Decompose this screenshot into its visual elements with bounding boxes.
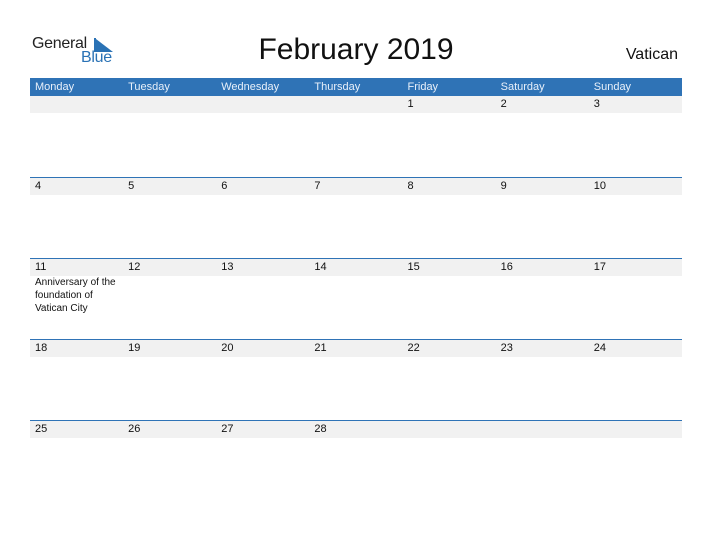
week-row: 11 Anniversary of the foundation of Vatic…: [30, 258, 682, 339]
day-cell: 3: [589, 96, 682, 113]
day-cell: [123, 96, 216, 113]
day-cell: 14: [309, 259, 402, 315]
day-number: 7: [314, 180, 321, 192]
day-number: 26: [128, 423, 141, 435]
calendar-grid: Monday Tuesday Wednesday Thursday Friday…: [30, 78, 682, 501]
day-number: [501, 421, 589, 438]
week-row: 18 19 20 21 22 23 24: [30, 339, 682, 420]
day-cell: 23: [496, 340, 589, 357]
day-cell: 2: [496, 96, 589, 113]
week-cells: 4 5 6 7 8 9 10: [30, 178, 682, 195]
day-number: [314, 96, 402, 113]
day-cell: 5: [123, 178, 216, 195]
day-number: 27: [221, 423, 234, 435]
day-cell: [309, 96, 402, 113]
day-cell: 19: [123, 340, 216, 357]
calendar-title: February 2019: [258, 33, 454, 66]
day-cell: 8: [403, 178, 496, 195]
weeks-container: 1 2 3 4 5 6 7 8 9 10 11 Anniversary of the foundati…: [30, 96, 682, 501]
day-number: 21: [314, 342, 327, 354]
day-number: 19: [128, 342, 141, 354]
day-number: [594, 421, 682, 438]
day-number: 12: [128, 261, 141, 273]
week-row: 4 5 6 7 8 9 10: [30, 177, 682, 258]
day-number: [35, 96, 123, 113]
day-number: 6: [221, 180, 228, 192]
day-cell: 10: [589, 178, 682, 195]
day-cell: 21: [309, 340, 402, 357]
day-number: 1: [407, 98, 414, 110]
day-number: 11: [35, 261, 47, 273]
day-cell: 26: [123, 421, 216, 438]
day-number: 25: [35, 423, 48, 435]
day-number: 8: [407, 180, 414, 192]
day-cell: 22: [403, 340, 496, 357]
week-cells: 1 2 3: [30, 96, 682, 113]
day-cell: 18: [30, 340, 123, 357]
week-cells: 18 19 20 21 22 23 24: [30, 340, 682, 357]
day-cell: 17: [589, 259, 682, 315]
day-cell: 24: [589, 340, 682, 357]
day-number: 16: [500, 261, 513, 273]
day-cell: [496, 421, 589, 438]
day-number: [128, 96, 216, 113]
holiday-event: Anniversary of the foundation of Vatican…: [35, 277, 116, 314]
week-row: 1 2 3: [30, 96, 682, 177]
week-cells: 25 26 27 28: [30, 421, 682, 438]
day-cell: 25: [30, 421, 123, 438]
weekday-wednesday: Wednesday: [221, 81, 280, 93]
day-cell: 15: [403, 259, 496, 315]
day-cell: 13: [216, 259, 309, 315]
day-cell: [216, 96, 309, 113]
weekday-tuesday: Tuesday: [128, 81, 170, 93]
day-cell: 16: [496, 259, 589, 315]
weekday-sunday: Sunday: [593, 81, 632, 93]
day-cell: 12: [123, 259, 216, 315]
week-cells: 11 Anniversary of the foundation of Vatic…: [30, 259, 682, 315]
weekday-header: Monday Tuesday Wednesday Thursday Friday…: [30, 78, 682, 96]
day-number: 3: [593, 98, 600, 110]
day-number: 5: [128, 180, 135, 192]
day-number: 18: [35, 342, 48, 354]
day-number: 22: [407, 342, 420, 354]
weekday-monday: Monday: [35, 81, 75, 93]
day-number: 9: [500, 180, 507, 192]
country-label: Vatican: [625, 46, 678, 63]
day-cell: [589, 421, 682, 438]
week-row: 25 26 27 28: [30, 420, 682, 501]
day-cell: 20: [216, 340, 309, 357]
day-number: 24: [593, 342, 606, 354]
day-number: 10: [593, 180, 606, 192]
day-number: 2: [500, 98, 507, 110]
day-cell: 27: [216, 421, 309, 438]
day-number: 15: [407, 261, 420, 273]
day-cell: 6: [216, 178, 309, 195]
weekday-thursday: Thursday: [314, 81, 361, 93]
day-cell: 28: [309, 421, 402, 438]
weekday-saturday: Saturday: [500, 81, 545, 93]
day-number: 28: [314, 423, 327, 435]
day-number: 20: [221, 342, 234, 354]
day-cell: 11 Anniversary of the foundation of Vatic…: [30, 259, 123, 315]
day-cell: 1: [403, 96, 496, 113]
day-number: 4: [35, 180, 42, 192]
day-cell: [403, 421, 496, 438]
day-number: 23: [500, 342, 513, 354]
day-cell: 9: [496, 178, 589, 195]
day-number: [221, 96, 309, 113]
day-number: [408, 421, 496, 438]
day-cell: 7: [309, 178, 402, 195]
day-cell: [30, 96, 123, 113]
day-number: 13: [221, 261, 234, 273]
weekday-friday: Friday: [407, 81, 439, 93]
day-number: 14: [314, 261, 327, 273]
day-number: 17: [593, 261, 606, 273]
day-cell: 4: [30, 178, 123, 195]
